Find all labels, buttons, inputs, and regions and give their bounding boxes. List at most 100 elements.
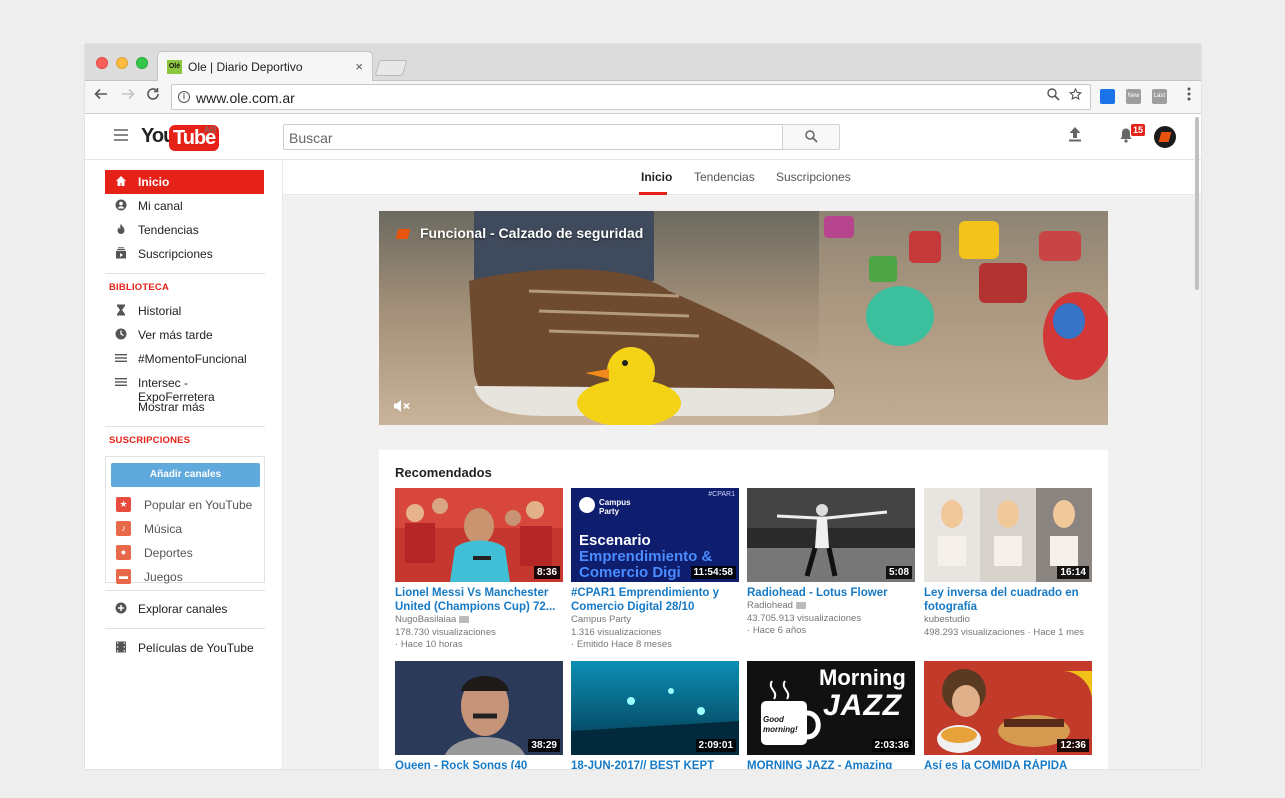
- video-duration: 2:03:36: [871, 739, 912, 752]
- bookmark-star-icon[interactable]: [1068, 87, 1083, 105]
- add-channels-button[interactable]: Añadir canales: [111, 463, 260, 487]
- extension-last-icon[interactable]: Last: [1152, 89, 1167, 104]
- video-thumbnail[interactable]: 8:36: [395, 488, 563, 582]
- reload-icon[interactable]: [146, 87, 160, 106]
- active-tab-indicator: [639, 192, 667, 195]
- video-thumbnail[interactable]: 38:29: [395, 661, 563, 755]
- account-avatar[interactable]: [1154, 126, 1176, 148]
- video-title[interactable]: MORNING JAZZ - Amazing: [747, 759, 915, 769]
- sidebar-item-historial[interactable]: Historial: [105, 299, 264, 323]
- tab-tendencias[interactable]: Tendencias: [694, 170, 755, 184]
- video-age: Emitido Hace 8 meses: [576, 639, 672, 650]
- video-card[interactable]: 8:36 Lionel Messi Vs Manchester United (…: [395, 488, 563, 652]
- sidebar-item-intersec[interactable]: Intersec - ExpoFerretera: [105, 371, 264, 404]
- video-thumbnail[interactable]: Campus Party #CPAR1 Escenario Emprendimi…: [571, 488, 739, 582]
- sidebar-item-tendencias[interactable]: Tendencias: [105, 218, 264, 242]
- sidebar-divider: [105, 426, 265, 427]
- zoom-icon[interactable]: [1047, 88, 1060, 105]
- section-title: Recomendados: [395, 465, 492, 480]
- video-thumbnail[interactable]: 5:08: [747, 488, 915, 582]
- video-duration: 11:54:58: [690, 566, 736, 579]
- verified-badge-icon: [459, 615, 470, 623]
- video-card[interactable]: 2:09:01 18-JUN-2017// BEST KEPT: [571, 661, 739, 769]
- video-channel[interactable]: kubestudio: [924, 614, 1092, 627]
- verified-badge-icon: [795, 601, 806, 609]
- video-age: Hace 6 años: [752, 625, 807, 636]
- sidebar-item-label: Historial: [138, 304, 182, 318]
- show-more-link[interactable]: Mostrar más: [105, 395, 264, 419]
- youtube-masthead: You Tube AR Buscar 15: [85, 114, 1201, 160]
- tab-strip: Olé Ole | Diario Deportivo ×: [85, 44, 1201, 81]
- video-title[interactable]: Ley inversa del cuadrado en fotografía: [924, 586, 1092, 614]
- address-bar[interactable]: i www.ole.com.ar: [171, 84, 1091, 110]
- star-icon: ★: [116, 497, 131, 512]
- film-icon: [115, 641, 127, 653]
- tab-suscripciones[interactable]: Suscripciones: [776, 170, 851, 184]
- back-icon[interactable]: [94, 87, 108, 106]
- sidebar-item-momentofuncional[interactable]: #MomentoFuncional: [105, 347, 264, 371]
- video-thumbnail[interactable]: Morning JAZZ Good morning! 2:03:36: [747, 661, 915, 755]
- sidebar-item-ver-mas-tarde[interactable]: Ver más tarde: [105, 323, 264, 347]
- video-card[interactable]: Campus Party #CPAR1 Escenario Emprendimi…: [571, 488, 739, 652]
- tab-title: Ole | Diario Deportivo: [188, 60, 303, 74]
- sidebar-item-suscripciones[interactable]: Suscripciones: [105, 242, 264, 266]
- thumb-headline: Morning: [819, 665, 906, 690]
- video-title[interactable]: Radiohead - Lotus Flower: [747, 586, 915, 600]
- video-card[interactable]: 5:08 Radiohead - Lotus Flower Radiohead …: [747, 488, 915, 638]
- close-window-button[interactable]: [96, 57, 108, 69]
- video-title[interactable]: Lionel Messi Vs Manchester United (Champ…: [395, 586, 563, 614]
- featured-video-banner[interactable]: Funcional - Calzado de seguridad: [379, 211, 1108, 425]
- guide-menu-icon[interactable]: [114, 129, 128, 144]
- sidebar-item-inicio[interactable]: Inicio: [105, 170, 264, 194]
- video-channel[interactable]: NugoBasilaiaa: [395, 614, 456, 625]
- youtube-movies-link[interactable]: Películas de YouTube: [105, 636, 264, 660]
- forward-icon[interactable]: [121, 87, 135, 106]
- site-info-icon[interactable]: i: [178, 91, 190, 103]
- video-title[interactable]: 18-JUN-2017// BEST KEPT: [571, 759, 739, 769]
- search-icon: [804, 130, 818, 143]
- video-card[interactable]: 38:29 Queen - Rock Songs (40: [395, 661, 563, 769]
- explore-channels-link[interactable]: Explorar canales: [105, 597, 264, 621]
- mute-icon[interactable]: [393, 399, 411, 416]
- search-button[interactable]: [782, 124, 840, 150]
- extension-new-icon[interactable]: New: [1126, 89, 1141, 104]
- minimize-window-button[interactable]: [116, 57, 128, 69]
- upload-icon[interactable]: [1068, 126, 1082, 147]
- subscription-label: Popular en YouTube: [144, 498, 253, 512]
- video-title[interactable]: Así es la COMIDA RÁPIDA: [924, 759, 1092, 769]
- thumb-headline: Comercio Digi: [579, 564, 681, 581]
- video-age: Hace 1 mes: [1033, 626, 1085, 638]
- video-title[interactable]: #CPAR1 Emprendimiento y Comercio Digital…: [571, 586, 739, 614]
- thumb-headline: JAZZ: [823, 689, 902, 722]
- video-channel[interactable]: Campus Party: [571, 614, 739, 627]
- guide-sidebar: Inicio Mi canal Tendencias Suscripciones…: [85, 160, 283, 769]
- extension-icon[interactable]: [1100, 89, 1115, 104]
- sidebar-item-label: Películas de YouTube: [138, 641, 254, 655]
- sidebar-item-mi-canal[interactable]: Mi canal: [105, 194, 264, 218]
- notification-count-badge: 15: [1131, 124, 1146, 136]
- thumb-headline: Escenario: [579, 532, 651, 549]
- page-scrollbar[interactable]: [1195, 117, 1199, 290]
- browser-tab[interactable]: Olé Ole | Diario Deportivo ×: [157, 51, 373, 81]
- tab-inicio[interactable]: Inicio: [641, 170, 672, 184]
- video-thumbnail[interactable]: 12:36: [924, 661, 1092, 755]
- video-duration: 8:36: [533, 566, 560, 579]
- maximize-window-button[interactable]: [136, 57, 148, 69]
- video-thumbnail[interactable]: 16:14: [924, 488, 1092, 582]
- new-tab-button[interactable]: [374, 60, 408, 76]
- sidebar-divider: [105, 628, 265, 629]
- tab-close-icon[interactable]: ×: [355, 59, 363, 74]
- video-card[interactable]: Morning JAZZ Good morning! 2:03:36 MORNI…: [747, 661, 915, 769]
- sidebar-divider: [105, 273, 265, 274]
- video-title[interactable]: Queen - Rock Songs (40: [395, 759, 563, 769]
- video-card[interactable]: 12:36 Así es la COMIDA RÁPIDA: [924, 661, 1092, 769]
- featured-video-title[interactable]: Funcional - Calzado de seguridad: [420, 225, 643, 241]
- video-channel[interactable]: Radiohead: [747, 600, 793, 611]
- search-input[interactable]: Buscar: [283, 124, 783, 150]
- ball-icon: ●: [116, 545, 131, 560]
- featured-video-thumbnail: [379, 211, 1108, 425]
- video-thumbnail[interactable]: 2:09:01: [571, 661, 739, 755]
- browser-menu-icon[interactable]: [1187, 87, 1191, 106]
- video-card[interactable]: 16:14 Ley inversa del cuadrado en fotogr…: [924, 488, 1092, 639]
- sidebar-item-label: Mi canal: [138, 199, 183, 213]
